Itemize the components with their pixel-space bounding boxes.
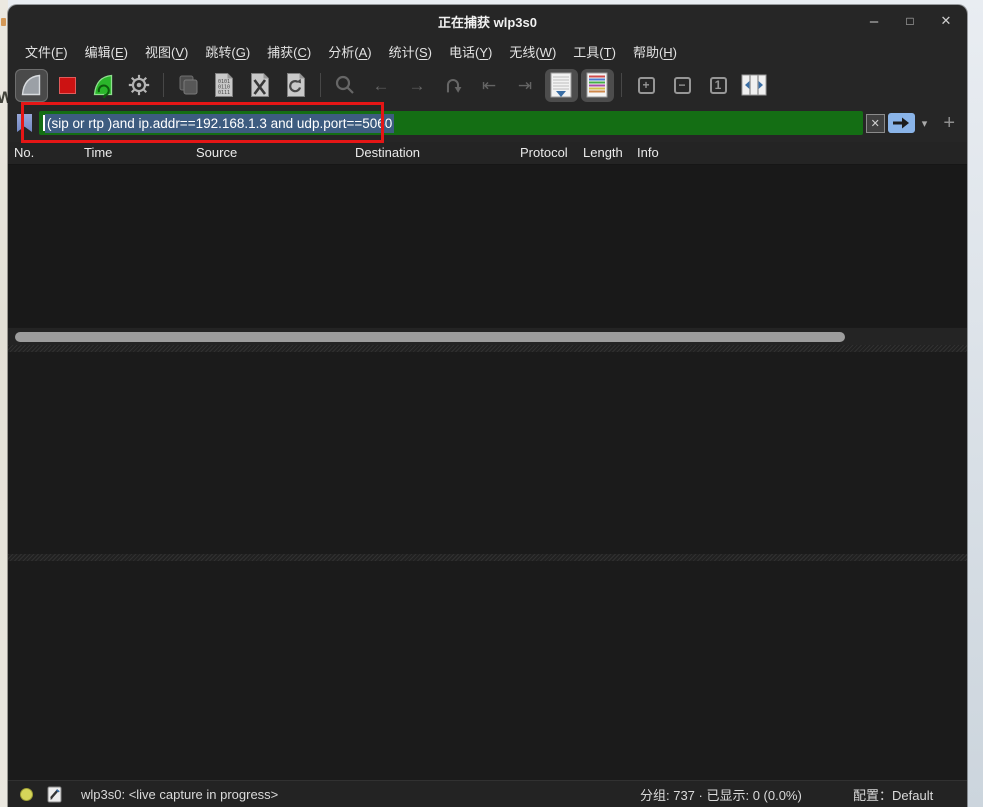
gear-icon — [126, 72, 152, 98]
zoom-original-icon: 1 — [710, 77, 727, 94]
bookmark-icon[interactable] — [17, 114, 32, 132]
menu-item-statistics[interactable]: 统计(S) — [386, 40, 435, 63]
search-icon — [333, 73, 357, 97]
zoom-out-button[interactable]: − — [666, 69, 699, 102]
menu-item-analyze[interactable]: 分析(A) — [325, 40, 374, 63]
column-header-destination[interactable]: Destination — [355, 145, 420, 160]
open-file-button[interactable] — [172, 69, 205, 102]
auto-scroll-icon — [548, 71, 574, 99]
packet-list-pane[interactable] — [8, 165, 967, 327]
menu-bar: 文件(F) 编辑(E) 视图(V) 跳转(G) 捕获(C) 分析(A) 统计(S) 电话(Y)… — [8, 37, 967, 66]
filter-dropdown-caret-icon[interactable]: ▾ — [922, 117, 928, 130]
maximize-icon[interactable]: □ — [903, 14, 917, 28]
pane-splitter[interactable] — [8, 554, 967, 561]
svg-text:0111: 0111 — [218, 90, 230, 96]
clear-filter-button[interactable]: ✕ — [866, 114, 885, 133]
auto-scroll-button[interactable] — [545, 69, 578, 102]
expert-info-icon[interactable] — [20, 788, 33, 801]
column-header-no[interactable]: No. — [14, 145, 34, 160]
go-back-button[interactable]: ← — [365, 69, 398, 102]
scrollbar-thumb[interactable] — [15, 332, 845, 342]
column-header-time[interactable]: Time — [84, 145, 112, 160]
apply-arrow-icon — [892, 117, 910, 129]
stop-square-icon — [59, 77, 76, 94]
find-packet-button[interactable] — [329, 69, 362, 102]
shark-fin-icon — [18, 72, 44, 98]
go-to-packet-button[interactable] — [437, 69, 470, 102]
status-bar: wlp3s0: <live capture in progress> 分组: 7… — [8, 780, 967, 807]
menu-item-telephony[interactable]: 电话(Y) — [446, 40, 495, 63]
reload-file-button[interactable] — [280, 69, 313, 102]
close-icon[interactable]: ✕ — [939, 13, 953, 29]
menu-item-file[interactable]: 文件(F) — [22, 40, 71, 63]
profile-status[interactable]: 配置：Default — [853, 785, 933, 804]
packet-list-header: No. Time Source Destination Protocol Length In… — [8, 142, 967, 165]
resize-columns-icon — [740, 73, 768, 97]
save-file-button[interactable]: 0101 0110 0111 — [208, 69, 241, 102]
zoom-original-button[interactable]: 1 — [702, 69, 735, 102]
desktop-background-left: W — [0, 0, 8, 807]
toolbar-separator — [163, 73, 164, 97]
display-filter-input[interactable]: (sip or rtp )and ip.addr==192.168.1.3 an… — [39, 111, 863, 135]
packets-summary-text: 分组: 737 · 已显示: 0 (0.0%) — [640, 785, 802, 804]
capture-options-button[interactable] — [123, 69, 156, 102]
close-file-button[interactable] — [244, 69, 277, 102]
goto-arrow-icon — [442, 74, 464, 96]
column-header-info[interactable]: Info — [637, 145, 659, 160]
stop-capture-button[interactable] — [51, 69, 84, 102]
arrow-to-end-icon: ⇥ — [518, 77, 532, 94]
apply-filter-button[interactable] — [888, 113, 915, 133]
menu-item-capture[interactable]: 捕获(C) — [264, 40, 314, 63]
window-controls: – □ ✕ — [867, 5, 953, 37]
go-last-button[interactable]: ⇥ — [509, 69, 542, 102]
arrow-right-icon: → — [409, 77, 426, 94]
capture-comment-icon[interactable] — [47, 786, 63, 803]
column-header-length[interactable]: Length — [583, 145, 623, 160]
profile-value: Default — [892, 788, 933, 803]
menu-item-help[interactable]: 帮助(H) — [630, 40, 680, 63]
arrow-left-icon: ← — [373, 77, 390, 94]
packet-details-pane[interactable] — [8, 352, 967, 554]
main-toolbar: 0101 0110 0111 — [8, 66, 967, 104]
reload-file-icon — [284, 72, 308, 98]
menu-item-go[interactable]: 跳转(G) — [202, 40, 253, 63]
desktop-speck — [1, 18, 6, 26]
desktop-partial-glyph: W — [0, 88, 8, 107]
start-capture-button[interactable] — [15, 69, 48, 102]
filter-bar: (sip or rtp )and ip.addr==192.168.1.3 an… — [8, 104, 967, 142]
packet-bytes-pane[interactable] — [8, 561, 967, 780]
add-filter-button[interactable]: + — [943, 113, 955, 133]
pane-splitter[interactable] — [8, 345, 967, 352]
toolbar-separator — [320, 73, 321, 97]
filter-text-selected: (sip or rtp )and ip.addr==192.168.1.3 an… — [45, 114, 394, 133]
column-header-source[interactable]: Source — [196, 145, 237, 160]
save-file-icon: 0101 0110 0111 — [212, 72, 236, 98]
zoom-in-button[interactable]: + — [630, 69, 663, 102]
profile-label: 配置： — [853, 788, 892, 803]
horizontal-scrollbar[interactable] — [8, 327, 967, 345]
menu-item-view[interactable]: 视图(V) — [142, 40, 191, 63]
title-bar[interactable]: 正在捕获 wlp3s0 – □ ✕ — [8, 5, 967, 37]
menu-item-tools[interactable]: 工具(T) — [570, 40, 619, 63]
restart-capture-button[interactable] — [87, 69, 120, 102]
wireshark-window: 正在捕获 wlp3s0 – □ ✕ 文件(F) 编辑(E) 视图(V) 跳转(G) 捕获… — [8, 5, 967, 807]
restart-shark-fin-icon — [90, 72, 116, 98]
capture-status-text[interactable]: wlp3s0: <live capture in progress> — [81, 787, 278, 802]
arrow-to-start-icon: ⇤ — [482, 77, 496, 94]
open-file-icon — [175, 72, 201, 98]
menu-item-edit[interactable]: 编辑(E) — [82, 40, 131, 63]
window-title: 正在捕获 wlp3s0 — [8, 5, 967, 37]
toolbar-separator — [621, 73, 622, 97]
column-header-protocol[interactable]: Protocol — [520, 145, 568, 160]
close-file-icon — [248, 72, 272, 98]
go-first-button[interactable]: ⇤ — [473, 69, 506, 102]
minimize-icon[interactable]: – — [867, 13, 881, 30]
colorize-icon — [584, 71, 610, 99]
zoom-out-icon: − — [674, 77, 691, 94]
colorize-button[interactable] — [581, 69, 614, 102]
menu-item-wireless[interactable]: 无线(W) — [506, 40, 559, 63]
resize-columns-button[interactable] — [738, 69, 771, 102]
zoom-in-icon: + — [638, 77, 655, 94]
go-forward-button[interactable]: → — [401, 69, 434, 102]
